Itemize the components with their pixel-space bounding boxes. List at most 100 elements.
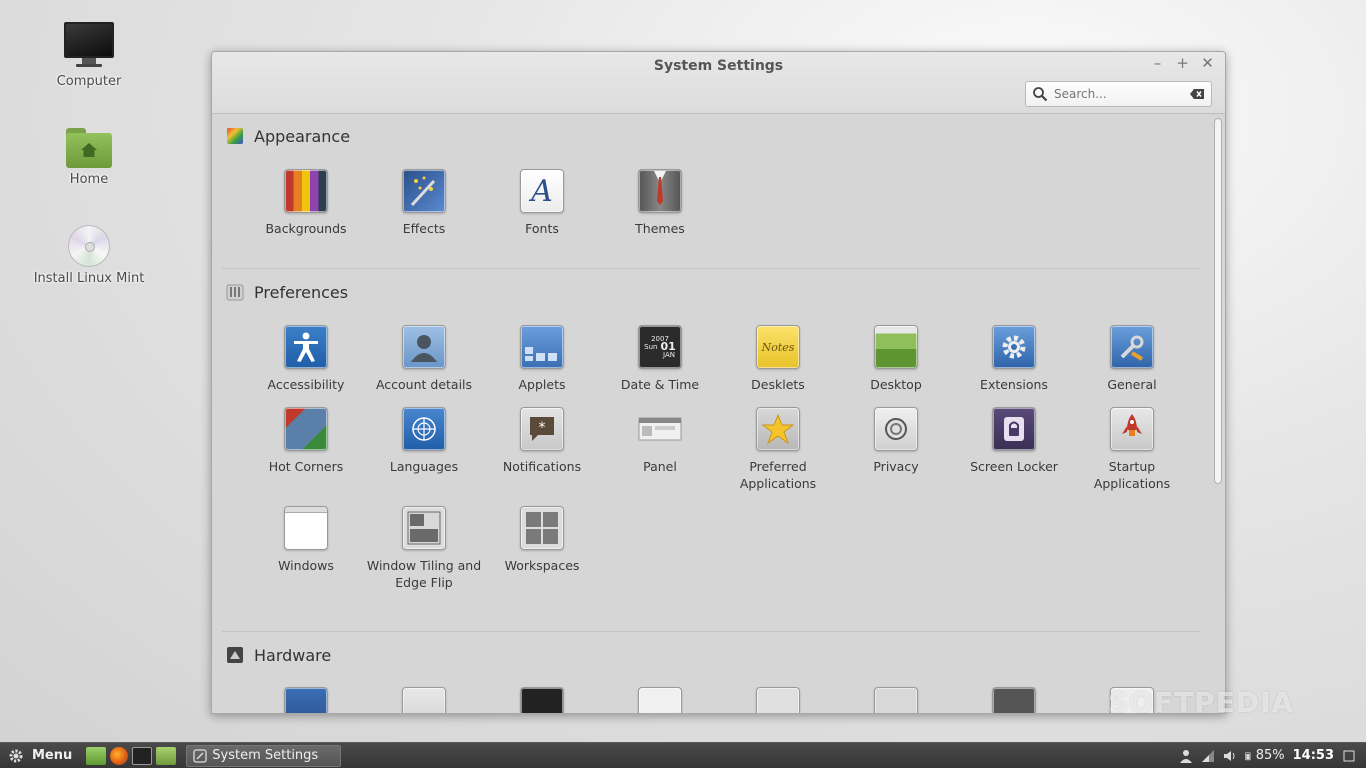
files-icon[interactable] [156,746,177,765]
desktop-icon-computer[interactable]: Computer [19,22,159,89]
settings-item-startup-applications[interactable]: Startup Applications [1073,407,1191,492]
hardware-item-icon [756,687,800,713]
appearance-grid: Backgrounds Effects A Fonts Themes [226,155,1211,268]
settings-item-preferred-applications[interactable]: Preferred Applications [719,407,837,492]
settings-item-hardware-5[interactable] [719,687,837,713]
settings-item-general[interactable]: General [1073,325,1191,393]
settings-item-fonts[interactable]: A Fonts [483,169,601,268]
show-desktop-icon[interactable] [86,746,107,765]
preferences-grid: Accessibility Account details Applets 20… [226,311,1211,591]
settings-item-workspaces[interactable]: Workspaces [483,506,601,591]
terminal-icon[interactable] [132,746,153,765]
date-icon-month: JAN [663,351,675,359]
menu-button[interactable]: Menu [0,743,80,768]
languages-icon [402,407,446,451]
titlebar[interactable]: System Settings – + ✕ [212,52,1225,114]
section-divider [222,631,1201,632]
system-settings-window: System Settings – + ✕ Appearance Backgro… [211,51,1226,714]
battery-level: 85% [1255,748,1285,763]
desktop-icon-install[interactable]: Install Linux Mint [19,225,159,286]
panel-icon [638,407,682,451]
settings-item-backgrounds[interactable]: Backgrounds [247,169,365,268]
backgrounds-icon [284,169,328,213]
search-input[interactable] [1054,87,1184,101]
search-icon [1033,87,1048,102]
scrollbar-thumb[interactable] [1214,118,1222,484]
close-button[interactable]: ✕ [1200,54,1215,72]
firefox-icon[interactable] [110,746,129,765]
desktop-icon-label: Home [69,172,109,187]
item-label: Window Tiling and Edge Flip [366,558,482,590]
item-label: Fonts [525,221,559,236]
clear-search-icon[interactable] [1189,88,1205,100]
screen-locker-icon [992,407,1036,451]
settings-item-date-time[interactable]: 2007 Sun 01 JAN Date & Time [601,325,719,393]
item-label: Themes [635,221,685,236]
settings-item-desklets[interactable]: Notes Desklets [719,325,837,393]
settings-app-icon [193,748,207,763]
settings-item-window-tiling[interactable]: Window Tiling and Edge Flip [365,506,483,591]
settings-item-account-details[interactable]: Account details [365,325,483,393]
item-label: Date & Time [620,377,700,392]
settings-item-extensions[interactable]: Extensions [955,325,1073,393]
settings-item-hardware-8[interactable] [1073,687,1191,713]
user-icon[interactable] [1179,749,1193,763]
effects-icon [402,169,446,213]
settings-item-hardware-6[interactable] [837,687,955,713]
volume-icon[interactable] [1223,749,1237,763]
settings-item-accessibility[interactable]: Accessibility [247,325,365,393]
account-details-icon [402,325,446,369]
taskbar-window-system-settings[interactable]: System Settings [186,744,342,767]
settings-content: Appearance Backgrounds Effects A Fonts T… [212,115,1211,713]
hardware-item-icon [284,687,328,713]
section-title: Appearance [254,126,351,146]
item-label: Preferred Applications [739,459,817,491]
item-label: Panel [643,459,677,474]
search-box[interactable] [1025,81,1212,107]
item-label: Desktop [870,377,922,392]
quick-launchers [86,746,177,765]
startup-applications-icon [1110,407,1154,451]
desktop-icon-label: Install Linux Mint [33,271,145,286]
maximize-button[interactable]: + [1175,54,1190,72]
settings-item-windows[interactable]: Windows [247,506,365,591]
extensions-icon [992,325,1036,369]
settings-item-hot-corners[interactable]: Hot Corners [247,407,365,492]
settings-item-hardware-7[interactable] [955,687,1073,713]
preferences-section-icon [226,284,244,301]
network-icon[interactable] [1201,749,1215,763]
date-icon-num: 01 [660,340,676,353]
battery-icon[interactable] [1245,749,1254,763]
hardware-item-icon [874,687,918,713]
home-folder-icon [66,128,112,168]
item-label: Applets [518,377,566,392]
section-header-preferences: Preferences [226,271,1211,311]
settings-item-effects[interactable]: Effects [365,169,483,268]
settings-item-desktop[interactable]: Desktop [837,325,955,393]
clock[interactable]: 14:53 [1293,748,1334,763]
task-label: System Settings [212,748,319,763]
settings-item-hardware-1[interactable] [247,687,365,713]
scrollbar[interactable] [1213,116,1223,711]
settings-item-notifications[interactable]: * Notifications [483,407,601,492]
desktop-icon-home[interactable]: Home [19,128,159,187]
settings-item-themes[interactable]: Themes [601,169,719,268]
date-time-icon: 2007 Sun 01 JAN [638,325,682,369]
settings-item-privacy[interactable]: Privacy [837,407,955,492]
hardware-item-icon [992,687,1036,713]
item-label: Effects [402,221,446,236]
settings-item-applets[interactable]: Applets [483,325,601,393]
settings-item-screen-locker[interactable]: Screen Locker [955,407,1073,492]
settings-item-languages[interactable]: Languages [365,407,483,492]
hardware-item-icon [402,687,446,713]
settings-item-hardware-2[interactable] [365,687,483,713]
minimize-button[interactable]: – [1150,54,1165,72]
settings-item-hardware-3[interactable] [483,687,601,713]
section-divider [222,268,1201,269]
hardware-grid [226,674,1211,713]
settings-item-hardware-4[interactable] [601,687,719,713]
preferred-applications-icon [756,407,800,451]
notification-area-icon[interactable] [1342,749,1356,763]
settings-item-panel[interactable]: Panel [601,407,719,492]
privacy-icon [874,407,918,451]
